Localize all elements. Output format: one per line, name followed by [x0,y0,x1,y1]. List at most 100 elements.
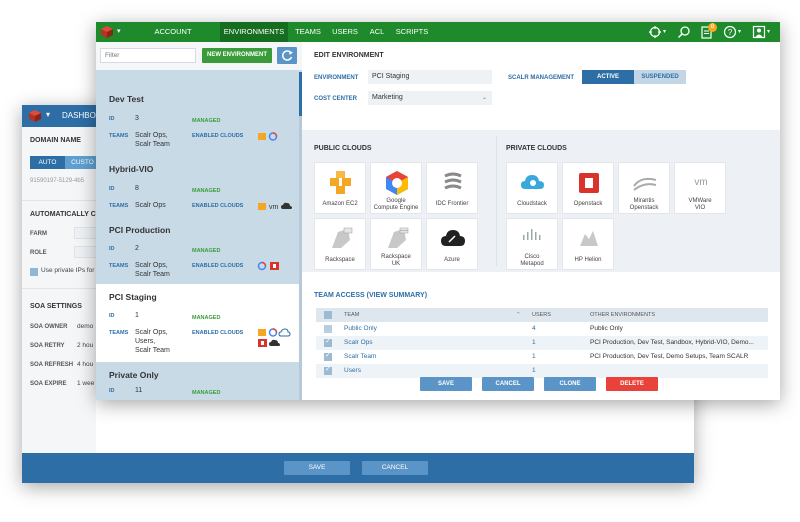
delete-button[interactable]: DELETE [606,377,658,391]
private-ips-checkbox[interactable] [30,268,38,276]
chevron-down-icon[interactable]: ▾ [117,27,121,35]
env-item-hybrid-vio[interactable]: Hybrid-VIO ID 8 MANAGED TEAMS Scalr Ops … [96,158,302,212]
nav-teams[interactable]: TEAMS [292,22,324,42]
env-teams: Scalr Ops, Scalr Team [135,262,170,278]
row-checkbox-checked[interactable]: ✓ [324,338,332,347]
cloud-tile-rackspace-uk[interactable]: Rackspace UK [370,218,422,270]
table-row[interactable]: ✓ Scalr Ops 1 PCI Production, Dev Test, … [316,336,768,350]
back-save-button[interactable]: SAVE [284,461,350,475]
user-icon[interactable] [752,25,766,39]
nav-environments[interactable]: ENVIRONMENTS [220,22,288,42]
table-row[interactable]: Public Only 4 Public Only [316,322,768,336]
cancel-button[interactable]: CANCEL [482,377,534,391]
public-clouds-heading: PUBLIC CLOUDS [314,145,372,152]
help-icon[interactable]: ? [723,25,737,39]
team-name[interactable]: Scalr Ops [344,336,373,350]
search-icon[interactable] [677,25,691,39]
domain-name-toggle[interactable]: AUTO CUSTO [30,156,100,169]
cloud-tile-google-compute-engine[interactable]: Google Compute Engine [370,162,422,214]
select-all-checkbox[interactable] [324,311,332,319]
chevron-down-icon[interactable]: ▾ [767,28,770,35]
nav-users[interactable]: USERS [330,22,360,42]
chevron-down-icon[interactable]: ▾ [738,28,741,35]
domain-id-field[interactable]: 91590197-5129-4b5 [30,175,100,187]
cloud-tile-hp-helion[interactable]: HP Helion [562,218,614,270]
soa-refresh-field[interactable]: 4 hou [77,361,93,368]
nav-scripts[interactable]: SCRIPTS [394,22,430,42]
cloud-tile-label: IDC Frontier [435,201,469,207]
cloud-tile-vmware-vio[interactable]: vm VMWare VIO [674,162,726,214]
back-cancel-button[interactable]: CANCEL [362,461,428,475]
cost-center-select[interactable]: Marketing ⌄ [368,91,492,105]
chevron-down-icon[interactable]: ▾ [46,110,50,119]
enabled-clouds-key: ENABLED CLOUDS [192,133,244,139]
cloud-tile-azure[interactable]: Azure [426,218,478,270]
env-item-dev-test[interactable]: Dev Test ID 3 MANAGED TEAMS Scalr Ops, S… [96,86,302,148]
env-id-key: ID [109,246,115,252]
cloud-tile-cloudstack[interactable]: Cloudstack [506,162,558,214]
row-checkbox-checked[interactable]: ✓ [324,366,332,375]
env-item-pci-production[interactable]: PCI Production ID 2 MANAGED TEAMS Scalr … [96,218,302,280]
env-item-private-only[interactable]: Private Only ID 11 MANAGED [96,364,302,400]
cloud-tile-label: Cloudstack [517,201,547,207]
nav-account-dashboard[interactable]: ACCOUNT DASHBOARD [130,22,216,56]
cloud-tile-mirantis-openstack[interactable]: Mirantis Openstack [618,162,670,214]
team-name[interactable]: Users [344,364,361,378]
cloud-tile-label: Openstack [573,201,603,207]
soa-expire-field[interactable]: 1 wee [77,380,94,387]
sync-icon[interactable] [648,25,662,39]
toggle-custom[interactable]: CUSTO [65,156,100,169]
env-item-pci-staging[interactable]: PCI Staging ID 1 MANAGED TEAMS Scalr Ops… [96,284,302,362]
row-checkbox-checked[interactable]: ✓ [324,352,332,361]
env-teams-key: TEAMS [109,330,129,336]
soa-owner-field[interactable]: demo [77,323,93,330]
team-name[interactable]: Scalr Team [344,350,376,364]
col-header-team[interactable]: TEAM [344,308,359,322]
scalr-logo-icon[interactable] [28,109,42,123]
soa-retry-label: SOA RETRY [30,343,65,349]
toggle-auto[interactable]: AUTO [30,156,65,169]
sort-caret-icon[interactable]: ⌃ [516,308,521,322]
soa-retry-field[interactable]: 2 hou [77,342,93,349]
soa-expire-label: SOA EXPIRE [30,381,67,387]
google-compute-engine-icon [386,171,408,195]
scalr-logo-icon[interactable] [100,25,114,39]
chevron-down-icon[interactable]: ▾ [663,28,666,35]
refresh-button[interactable] [277,47,297,64]
scalr-mgmt-active-toggle[interactable]: ACTIVE [582,70,634,84]
checkmark-icon: ✓ [325,366,331,373]
save-button[interactable]: SAVE [420,377,472,391]
soa-settings-heading: SOA SETTINGS [30,303,82,310]
farm-select[interactable] [74,227,98,239]
env-id: 3 [135,115,139,122]
filter-input[interactable] [100,48,196,63]
environment-name-input[interactable]: PCI Staging [368,70,492,84]
cloud-tile-rackspace[interactable]: Rackspace [314,218,366,270]
scalr-mgmt-suspended-toggle[interactable]: SUSPENDED [634,70,686,84]
environment-list: NEW ENVIRONMENT Dev Test ID 3 MANAGED TE… [96,42,302,400]
cloud-tile-openstack[interactable]: Openstack [562,162,614,214]
clone-button[interactable]: CLONE [544,377,596,391]
role-label: ROLE [30,250,47,256]
new-environment-button[interactable]: NEW ENVIRONMENT [202,48,272,63]
team-access-heading[interactable]: TEAM ACCESS (VIEW SUMMARY) [314,292,427,299]
back-footer: SAVE CANCEL [22,453,694,483]
cloud-tile-idc-frontier[interactable]: IDC Frontier [426,162,478,214]
cloud-tile-amazon-ec2[interactable]: Amazon EC2 [314,162,366,214]
row-checkbox[interactable] [324,325,332,333]
col-header-users[interactable]: USERS [532,308,551,322]
table-row[interactable]: ✓ Scalr Team 1 PCI Production, Dev Test,… [316,350,768,364]
col-header-other-environments[interactable]: OTHER ENVIRONMENTS [590,308,655,322]
cloud-provider-icons [258,132,278,141]
table-row[interactable]: ✓ Users 1 [316,364,768,378]
domain-name-heading: DOMAIN NAME [30,137,81,144]
team-name[interactable]: Public Only [344,322,377,336]
nav-acl[interactable]: ACL [366,22,388,42]
team-users: 4 [532,325,536,332]
auto-create-heading: AUTOMATICALLY CR [30,211,101,218]
managed-label: MANAGED [192,188,221,194]
managed-label: MANAGED [192,315,221,321]
role-select[interactable] [74,246,98,258]
env-id: 1 [135,312,139,319]
cloud-tile-cisco-metapod[interactable]: Cisco Metapod [506,218,558,270]
